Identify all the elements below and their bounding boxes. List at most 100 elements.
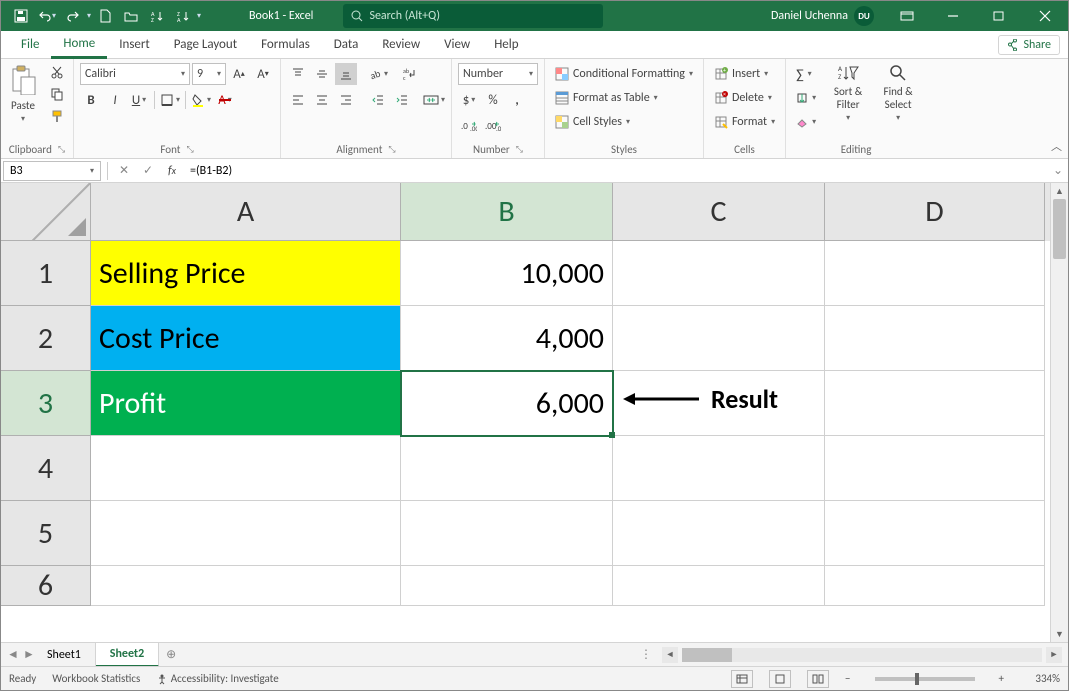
cell-b4[interactable]	[401, 436, 613, 501]
font-size-combo[interactable]: 9▾	[192, 63, 226, 85]
zoom-slider[interactable]	[875, 677, 975, 681]
col-header-d[interactable]: D	[825, 183, 1045, 241]
cell-d1[interactable]	[825, 241, 1045, 306]
ribbon-display-button[interactable]	[884, 1, 930, 31]
align-center-button[interactable]	[311, 89, 333, 111]
format-painter-button[interactable]	[47, 107, 67, 125]
cell-d6[interactable]	[825, 566, 1045, 606]
hscroll-left-button[interactable]: ◄	[662, 647, 678, 663]
cell-b2[interactable]: 4,000	[401, 306, 613, 371]
page-break-view-button[interactable]	[807, 670, 829, 688]
row-header-5[interactable]: 5	[1, 501, 91, 566]
scroll-thumb[interactable]	[1053, 199, 1066, 259]
cell-a2[interactable]: Cost Price	[91, 306, 401, 371]
tab-help[interactable]: Help	[482, 31, 530, 59]
cell-c2[interactable]	[613, 306, 825, 371]
find-select-button[interactable]: Find & Select▾	[876, 63, 920, 123]
cell-styles-button[interactable]: Cell Styles▾	[551, 111, 697, 133]
cut-button[interactable]	[47, 63, 67, 81]
share-button[interactable]: Share	[998, 35, 1060, 55]
comma-format-button[interactable]: ,	[506, 89, 528, 111]
format-as-table-button[interactable]: Format as Table▾	[551, 87, 697, 109]
redo-button[interactable]	[61, 4, 85, 28]
cancel-formula-button[interactable]: ✕	[112, 161, 136, 181]
close-button[interactable]	[1022, 1, 1068, 31]
horizontal-scrollbar[interactable]	[682, 648, 1042, 662]
cell-b6[interactable]	[401, 566, 613, 606]
cell-c5[interactable]	[613, 501, 825, 566]
page-layout-view-button[interactable]	[769, 670, 791, 688]
minimize-button[interactable]	[930, 1, 976, 31]
zoom-in-button[interactable]: +	[999, 672, 1004, 685]
row-header-3[interactable]: 3	[1, 371, 91, 436]
font-name-combo[interactable]: Calibri▾	[80, 63, 190, 85]
cell-c3[interactable]	[613, 371, 825, 436]
tab-home[interactable]: Home	[51, 31, 107, 59]
align-bottom-button[interactable]	[335, 63, 357, 85]
normal-view-button[interactable]	[731, 670, 753, 688]
row-header-2[interactable]: 2	[1, 306, 91, 371]
align-top-button[interactable]	[287, 63, 309, 85]
align-right-button[interactable]	[335, 89, 357, 111]
tab-view[interactable]: View	[432, 31, 482, 59]
search-box[interactable]: Search (Alt+Q)	[343, 4, 603, 28]
expand-formula-bar-button[interactable]: ⌄	[1048, 163, 1068, 178]
merge-center-button[interactable]	[423, 89, 445, 111]
conditional-formatting-button[interactable]: Conditional Formatting▾	[551, 63, 697, 85]
cell-b1[interactable]: 10,000	[401, 241, 613, 306]
vertical-scrollbar[interactable]: ▲ ▼	[1050, 183, 1068, 642]
orientation-button[interactable]: ab	[367, 63, 389, 85]
format-cells-button[interactable]: Format▾	[710, 111, 779, 133]
insert-function-button[interactable]: fx	[160, 161, 184, 181]
increase-indent-button[interactable]	[391, 89, 413, 111]
hscroll-thumb[interactable]	[682, 648, 732, 662]
collapse-ribbon-button[interactable]: ︿	[1051, 138, 1062, 154]
col-header-c[interactable]: C	[613, 183, 825, 241]
sort-desc-icon[interactable]: ZA	[171, 4, 195, 28]
insert-cells-button[interactable]: +Insert▾	[710, 63, 779, 85]
scroll-up-button[interactable]: ▲	[1051, 183, 1068, 199]
clipboard-dialog-icon[interactable]: ⤡	[58, 144, 65, 155]
cell-a1[interactable]: Selling Price	[91, 241, 401, 306]
tab-file[interactable]: File	[9, 31, 51, 59]
sort-asc-icon[interactable]: AZ	[145, 4, 169, 28]
paste-button[interactable]	[7, 63, 39, 97]
tab-formulas[interactable]: Formulas	[249, 31, 322, 59]
number-dialog-icon[interactable]: ⤡	[516, 144, 523, 155]
cell-a4[interactable]	[91, 436, 401, 501]
italic-button[interactable]: I	[104, 89, 126, 111]
cell-a3[interactable]: Profit	[91, 371, 401, 436]
row-header-6[interactable]: 6	[1, 566, 91, 606]
new-file-icon[interactable]	[93, 4, 117, 28]
formula-input[interactable]: =(B1-B2)	[184, 164, 1048, 178]
cell-a6[interactable]	[91, 566, 401, 606]
status-workbook-stats[interactable]: Workbook Statistics	[52, 672, 140, 685]
cell-c6[interactable]	[613, 566, 825, 606]
open-file-icon[interactable]	[119, 4, 143, 28]
zoom-out-button[interactable]: −	[845, 672, 850, 685]
copy-button[interactable]	[47, 85, 67, 103]
cell-b5[interactable]	[401, 501, 613, 566]
fill-color-button[interactable]	[190, 89, 212, 111]
cell-a5[interactable]	[91, 501, 401, 566]
sheet-tab-1[interactable]: Sheet1	[33, 643, 96, 667]
tab-data[interactable]: Data	[322, 31, 371, 59]
name-box[interactable]: B3▾	[3, 161, 101, 181]
spreadsheet-grid[interactable]: A B C D 1 Selling Price 10,000 2 Cost Pr…	[1, 183, 1050, 642]
percent-format-button[interactable]: %	[482, 89, 504, 111]
row-header-1[interactable]: 1	[1, 241, 91, 306]
col-header-a[interactable]: A	[91, 183, 401, 241]
align-middle-button[interactable]	[311, 63, 333, 85]
row-header-4[interactable]: 4	[1, 436, 91, 501]
bold-button[interactable]: B	[80, 89, 102, 111]
cell-d3[interactable]	[825, 371, 1045, 436]
tab-insert[interactable]: Insert	[107, 31, 162, 59]
cell-d5[interactable]	[825, 501, 1045, 566]
cell-d2[interactable]	[825, 306, 1045, 371]
tab-review[interactable]: Review	[370, 31, 432, 59]
sheet-nav-prev[interactable]: ◄	[1, 647, 17, 662]
decrease-decimal-button[interactable]: .00.0	[482, 115, 504, 137]
cell-d4[interactable]	[825, 436, 1045, 501]
tab-page-layout[interactable]: Page Layout	[162, 31, 249, 59]
accounting-format-button[interactable]: $	[458, 89, 480, 111]
